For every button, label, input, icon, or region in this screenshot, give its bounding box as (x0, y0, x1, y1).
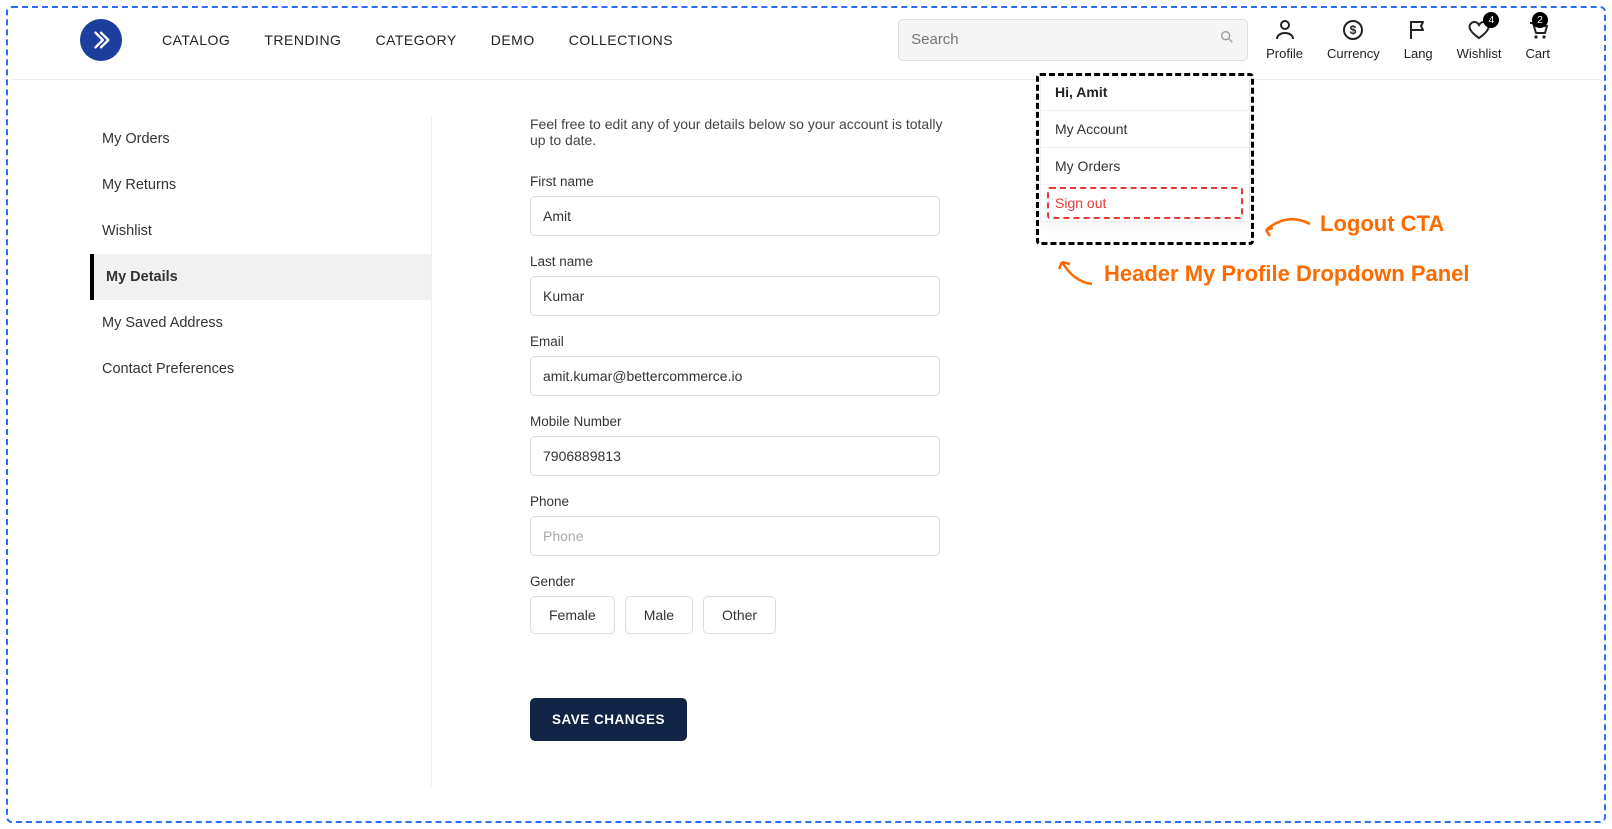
account-sidebar: My Orders My Returns Wishlist My Details… (90, 116, 432, 786)
logo-icon (90, 29, 112, 51)
dropdown-my-orders[interactable]: My Orders (1041, 148, 1249, 185)
lang-button[interactable]: Lang (1404, 18, 1433, 61)
search-icon (1219, 29, 1235, 50)
gender-male-button[interactable]: Male (625, 596, 693, 634)
sidebar-item-my-orders[interactable]: My Orders (90, 116, 431, 162)
gender-other-button[interactable]: Other (703, 596, 776, 634)
content-area: My Orders My Returns Wishlist My Details… (12, 80, 1600, 786)
last-name-label: Last name (530, 254, 952, 269)
main-nav: CATALOG TRENDING CATEGORY DEMO COLLECTIO… (162, 32, 673, 48)
signout-label: Sign out (1055, 195, 1106, 211)
currency-button[interactable]: $ Currency (1327, 18, 1380, 61)
mobile-input[interactable] (530, 436, 940, 476)
flag-icon (1406, 18, 1430, 42)
header-icons: Profile $ Currency Lang 4 Wishlist (1266, 18, 1550, 61)
arrow-icon (1262, 210, 1312, 238)
email-input[interactable] (530, 356, 940, 396)
nav-collections[interactable]: COLLECTIONS (569, 32, 673, 48)
cart-badge: 2 (1532, 12, 1548, 28)
wishlist-label: Wishlist (1457, 46, 1502, 61)
cart-button[interactable]: 2 Cart (1525, 18, 1550, 61)
annotation-logout-text: Logout CTA (1320, 211, 1444, 237)
phone-input[interactable] (530, 516, 940, 556)
nav-trending[interactable]: TRENDING (264, 32, 341, 48)
save-changes-button[interactable]: SAVE CHANGES (530, 698, 687, 741)
annotation-logout: Logout CTA (1262, 210, 1444, 238)
phone-label: Phone (530, 494, 952, 509)
sidebar-item-my-returns[interactable]: My Returns (90, 162, 431, 208)
search-box[interactable] (898, 19, 1248, 61)
wishlist-button[interactable]: 4 Wishlist (1457, 18, 1502, 61)
profile-label: Profile (1266, 46, 1303, 61)
arrow-icon (1056, 258, 1096, 290)
mobile-label: Mobile Number (530, 414, 952, 429)
cart-label: Cart (1525, 46, 1550, 61)
my-details-form: Feel free to edit any of your details be… (432, 116, 952, 786)
header: CATALOG TRENDING CATEGORY DEMO COLLECTIO… (12, 0, 1600, 80)
annotation-panel: Header My Profile Dropdown Panel (1056, 258, 1470, 290)
email-label: Email (530, 334, 952, 349)
gender-label: Gender (530, 574, 952, 589)
nav-category[interactable]: CATEGORY (375, 32, 456, 48)
dropdown-signout[interactable]: Sign out (1041, 185, 1249, 221)
sidebar-item-wishlist[interactable]: Wishlist (90, 208, 431, 254)
profile-dropdown: Hi, Amit My Account My Orders Sign out (1040, 73, 1250, 222)
gender-female-button[interactable]: Female (530, 596, 615, 634)
currency-label: Currency (1327, 46, 1380, 61)
annotation-panel-text: Header My Profile Dropdown Panel (1104, 261, 1470, 287)
sidebar-item-my-details[interactable]: My Details (90, 254, 431, 300)
svg-text:$: $ (1350, 23, 1357, 37)
intro-text: Feel free to edit any of your details be… (530, 116, 952, 148)
last-name-input[interactable] (530, 276, 940, 316)
dollar-icon: $ (1341, 18, 1365, 42)
dropdown-my-account[interactable]: My Account (1041, 111, 1249, 148)
lang-label: Lang (1404, 46, 1433, 61)
nav-demo[interactable]: DEMO (491, 32, 535, 48)
user-icon (1273, 18, 1297, 42)
nav-catalog[interactable]: CATALOG (162, 32, 230, 48)
dropdown-greeting: Hi, Amit (1041, 74, 1249, 111)
wishlist-badge: 4 (1483, 12, 1499, 28)
brand-logo[interactable] (80, 19, 122, 61)
search-input[interactable] (911, 31, 1219, 48)
sidebar-item-contact-prefs[interactable]: Contact Preferences (90, 346, 431, 392)
first-name-input[interactable] (530, 196, 940, 236)
first-name-label: First name (530, 174, 952, 189)
profile-button[interactable]: Profile (1266, 18, 1303, 61)
sidebar-item-saved-address[interactable]: My Saved Address (90, 300, 431, 346)
